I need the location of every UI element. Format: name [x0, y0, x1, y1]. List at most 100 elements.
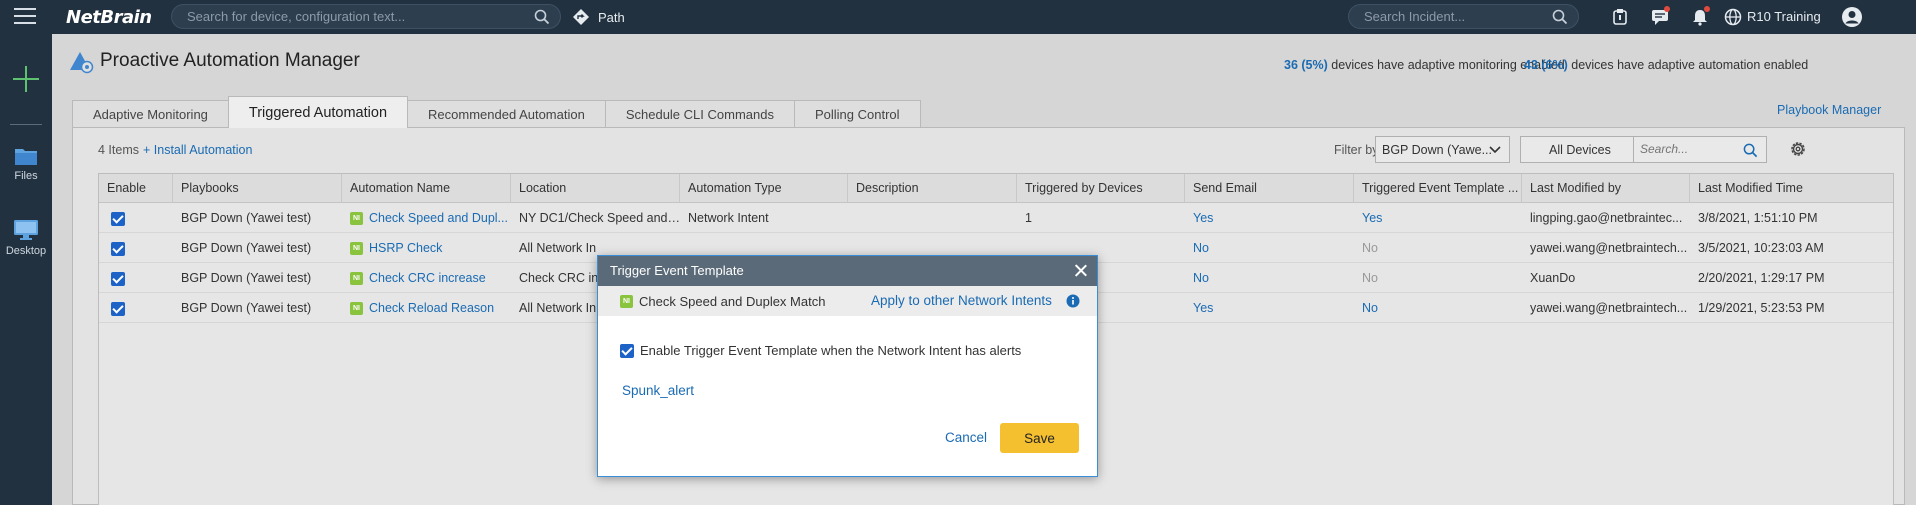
modified-time-cell: 3/5/2021, 10:23:03 AM — [1698, 241, 1824, 255]
enable-checkbox[interactable] — [111, 271, 125, 286]
menu-icon[interactable] — [14, 8, 36, 26]
close-icon[interactable] — [1074, 264, 1087, 277]
trigger-event-template-dialog: Trigger Event Template NI Check Speed an… — [597, 255, 1098, 477]
desktop-nav[interactable]: Desktop — [0, 219, 52, 257]
bell-icon[interactable] — [1680, 6, 1720, 28]
table-search[interactable] — [1633, 136, 1767, 163]
tab-bar: Adaptive Monitoring Triggered Automation… — [72, 96, 921, 128]
automation-name-link[interactable]: HSRP Check — [369, 241, 442, 255]
column-header[interactable]: Enable — [99, 174, 173, 202]
info-icon[interactable] — [1066, 294, 1080, 308]
user-icon[interactable] — [1841, 6, 1863, 28]
column-header[interactable]: Automation Name — [342, 174, 511, 202]
column-header[interactable]: Playbooks — [173, 174, 342, 202]
playbook-filter-value: BGP Down (Yawe... — [1382, 142, 1492, 157]
send-email-link[interactable]: Yes — [1193, 301, 1213, 315]
plus-icon[interactable] — [13, 66, 39, 92]
page-title: Proactive Automation Manager — [100, 50, 360, 71]
notification-dot — [1664, 6, 1670, 12]
playbook-cell: BGP Down (Yawei test) — [181, 211, 312, 225]
incident-icon[interactable] — [1600, 6, 1640, 28]
devices-filter-value: All Devices — [1549, 142, 1611, 157]
network-intent-icon: NI — [350, 212, 363, 226]
modified-time-cell: 1/29/2021, 5:23:53 PM — [1698, 301, 1825, 315]
search-icon[interactable] — [1743, 143, 1758, 158]
column-header[interactable]: Automation Type — [680, 174, 848, 202]
event-template-link[interactable]: No — [1362, 301, 1378, 315]
modified-by-cell: yawei.wang@netbraintech... — [1530, 301, 1688, 315]
files-nav[interactable]: Files — [0, 146, 52, 182]
location-cell: NY DC1/Check Speed and ... — [519, 211, 680, 225]
tab-polling-control[interactable]: Polling Control — [793, 100, 921, 128]
enable-template-row: Enable Trigger Event Template when the N… — [620, 343, 1021, 358]
devices-cell: 1 — [1025, 211, 1032, 225]
network-intent-icon: NI — [350, 242, 363, 256]
template-link[interactable]: Spunk_alert — [622, 383, 694, 398]
send-email-link[interactable]: No — [1193, 271, 1209, 285]
playbook-cell: BGP Down (Yawei test) — [181, 271, 312, 285]
automation-count[interactable]: 43 (6%) — [1524, 58, 1568, 72]
global-search-input[interactable] — [187, 9, 507, 24]
playbook-cell: BGP Down (Yawei test) — [181, 241, 312, 255]
notification-dot — [1704, 6, 1710, 12]
cancel-button[interactable]: Cancel — [945, 430, 987, 445]
incident-search[interactable] — [1348, 4, 1579, 29]
domain-selector[interactable]: R10 Training — [1747, 9, 1821, 24]
incident-search-input[interactable] — [1364, 9, 1544, 24]
install-automation-link[interactable]: + Install Automation — [143, 143, 252, 157]
left-rail: Files Desktop — [0, 34, 52, 505]
table-search-input[interactable] — [1640, 142, 1740, 156]
column-header[interactable]: Last Modified Time — [1690, 174, 1865, 202]
path-icon — [573, 9, 589, 25]
path-button[interactable]: Path — [572, 8, 625, 26]
apply-to-other-intents-link[interactable]: Apply to other Network Intents — [871, 293, 1052, 308]
column-header[interactable]: Description — [848, 174, 1017, 202]
network-intent-icon: NI — [350, 272, 363, 286]
monitoring-stat: 36 (5%) devices have adaptive monitoring… — [1284, 58, 1565, 72]
network-intent-icon: NI — [350, 302, 363, 316]
chat-icon[interactable] — [1640, 6, 1680, 28]
tab-schedule-cli-commands[interactable]: Schedule CLI Commands — [604, 100, 795, 128]
tab-triggered-automation[interactable]: Triggered Automation — [227, 96, 409, 128]
type-cell: Network Intent — [688, 211, 769, 225]
event-template-link[interactable]: Yes — [1362, 211, 1382, 225]
description-cell — [848, 203, 1017, 232]
items-count: 4 Items — [98, 143, 139, 157]
tab-recommended-automation[interactable]: Recommended Automation — [407, 100, 606, 128]
event-template-cell: No — [1362, 241, 1378, 255]
save-button[interactable]: Save — [1000, 423, 1079, 453]
enable-template-checkbox[interactable] — [620, 343, 634, 358]
send-email-link[interactable]: Yes — [1193, 211, 1213, 225]
automation-name-link[interactable]: Check Speed and Dupl... — [369, 211, 508, 225]
column-header[interactable]: Triggered by Devices — [1017, 174, 1185, 202]
tab-adaptive-monitoring[interactable]: Adaptive Monitoring — [72, 100, 229, 128]
modified-time-cell: 2/20/2021, 1:29:17 PM — [1698, 271, 1825, 285]
column-header[interactable]: Triggered Event Template ... — [1354, 174, 1522, 202]
modified-time-cell: 3/8/2021, 1:51:10 PM — [1698, 211, 1818, 225]
global-search[interactable] — [171, 4, 561, 29]
search-icon[interactable] — [1552, 9, 1568, 25]
top-icons — [1600, 6, 1720, 28]
enable-checkbox[interactable] — [111, 211, 125, 226]
playbook-filter-select[interactable]: BGP Down (Yawe... — [1375, 136, 1510, 163]
settings-icon[interactable] — [1789, 140, 1807, 158]
column-header[interactable]: Last Modified by — [1522, 174, 1690, 202]
column-header[interactable]: Send Email — [1185, 174, 1354, 202]
column-header[interactable]: Location — [511, 174, 680, 202]
table-row[interactable]: BGP Down (Yawei test) NI Check Speed and … — [99, 203, 1893, 233]
modified-by-cell: yawei.wang@netbraintech... — [1530, 241, 1688, 255]
globe-icon[interactable] — [1724, 8, 1742, 26]
monitoring-count[interactable]: 36 (5%) — [1284, 58, 1328, 72]
desktop-icon — [14, 220, 38, 240]
playbook-cell: BGP Down (Yawei test) — [181, 301, 312, 315]
automation-stat: 43 (6%) devices have adaptive automation… — [1524, 58, 1808, 72]
automation-name-link[interactable]: Check Reload Reason — [369, 301, 494, 315]
send-email-link[interactable]: No — [1193, 241, 1209, 255]
automation-name-link[interactable]: Check CRC increase — [369, 271, 486, 285]
network-intent-icon: NI — [620, 294, 633, 308]
modified-by-cell: lingping.gao@netbraintec... — [1530, 211, 1683, 225]
search-icon[interactable] — [534, 9, 550, 25]
playbook-manager-link[interactable]: Playbook Manager — [1777, 103, 1881, 117]
enable-checkbox[interactable] — [111, 241, 125, 256]
enable-checkbox[interactable] — [111, 301, 125, 316]
